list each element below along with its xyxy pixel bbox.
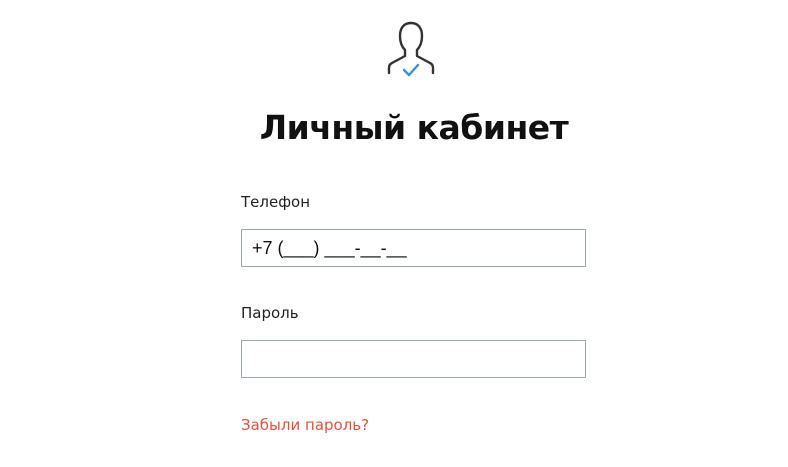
phone-input[interactable] (241, 229, 586, 267)
login-form: Телефон Пароль Забыли пароль? (241, 186, 586, 434)
password-label: Пароль (241, 304, 299, 322)
user-check-icon (387, 21, 435, 77)
phone-label: Телефон (241, 193, 311, 211)
password-input[interactable] (241, 340, 586, 378)
forgot-password-link[interactable]: Забыли пароль? (241, 416, 369, 434)
login-page: Личный кабинет Телефон Пароль Забыли пар… (0, 0, 788, 467)
page-title: Личный кабинет (259, 108, 569, 147)
